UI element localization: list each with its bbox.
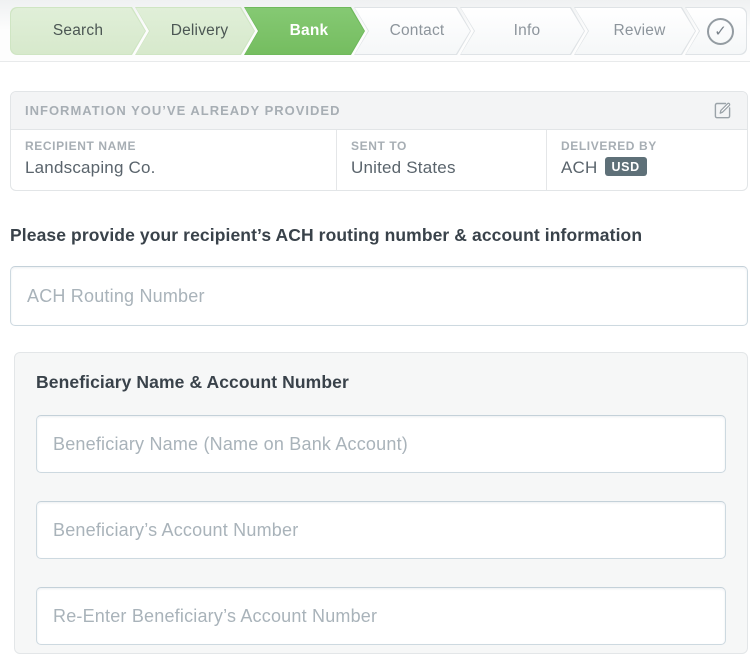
field-value: ACH USD — [561, 157, 733, 178]
step-label: Bank — [289, 22, 329, 39]
beneficiary-panel: Beneficiary Name & Account Number — [14, 352, 748, 654]
wizard-step-delivery[interactable]: Delivery — [135, 7, 255, 55]
summary-field-recipient-name: RECIPIENT NAME Landscaping Co. — [11, 130, 336, 190]
edit-icon — [712, 100, 733, 121]
summary-title: INFORMATION YOU’VE ALREADY PROVIDED — [25, 103, 341, 118]
edit-summary-button[interactable] — [710, 98, 735, 123]
currency-badge: USD — [604, 157, 647, 176]
field-label: SENT TO — [351, 139, 407, 153]
field-value: United States — [351, 158, 456, 177]
wizard-step-search[interactable]: Search — [10, 7, 146, 55]
step-label: Delivery — [170, 22, 229, 39]
summary-field-delivered-by: DELIVERED BY ACH USD — [546, 130, 747, 190]
field-label: RECIPIENT NAME — [25, 139, 137, 153]
step-label: Info — [513, 22, 541, 39]
field-value: Landscaping Co. — [25, 158, 156, 177]
reenter-account-number-input[interactable] — [36, 587, 726, 645]
field-label: DELIVERED BY — [561, 139, 657, 153]
wizard-step-bank[interactable]: Bank — [244, 7, 365, 55]
wizard-step-contact[interactable]: Contact — [354, 7, 471, 55]
summary-body: RECIPIENT NAME Landscaping Co. SENT TO U… — [11, 130, 747, 190]
step-label: Contact — [389, 22, 445, 39]
summary-header: INFORMATION YOU’VE ALREADY PROVIDED — [11, 92, 747, 130]
summary-field-sent-to: SENT TO United States — [336, 130, 546, 190]
check-circle-icon: ✓ — [707, 17, 734, 45]
ach-routing-number-input[interactable] — [10, 266, 748, 326]
step-label: Review — [613, 22, 666, 39]
summary-card: INFORMATION YOU’VE ALREADY PROVIDED RECI… — [10, 91, 748, 191]
delivery-method: ACH — [561, 158, 598, 177]
wizard-step-info[interactable]: Info — [460, 7, 585, 55]
wizard-breadcrumb: Search Delivery Bank Contact Info Review… — [0, 0, 750, 62]
beneficiary-heading: Beneficiary Name & Account Number — [36, 372, 349, 392]
beneficiary-account-number-input[interactable] — [36, 501, 726, 559]
page-prompt: Please provide your recipient’s ACH rout… — [10, 225, 643, 245]
step-label: Search — [52, 22, 104, 39]
beneficiary-name-input[interactable] — [36, 415, 726, 473]
wizard-step-review[interactable]: Review — [574, 7, 696, 55]
